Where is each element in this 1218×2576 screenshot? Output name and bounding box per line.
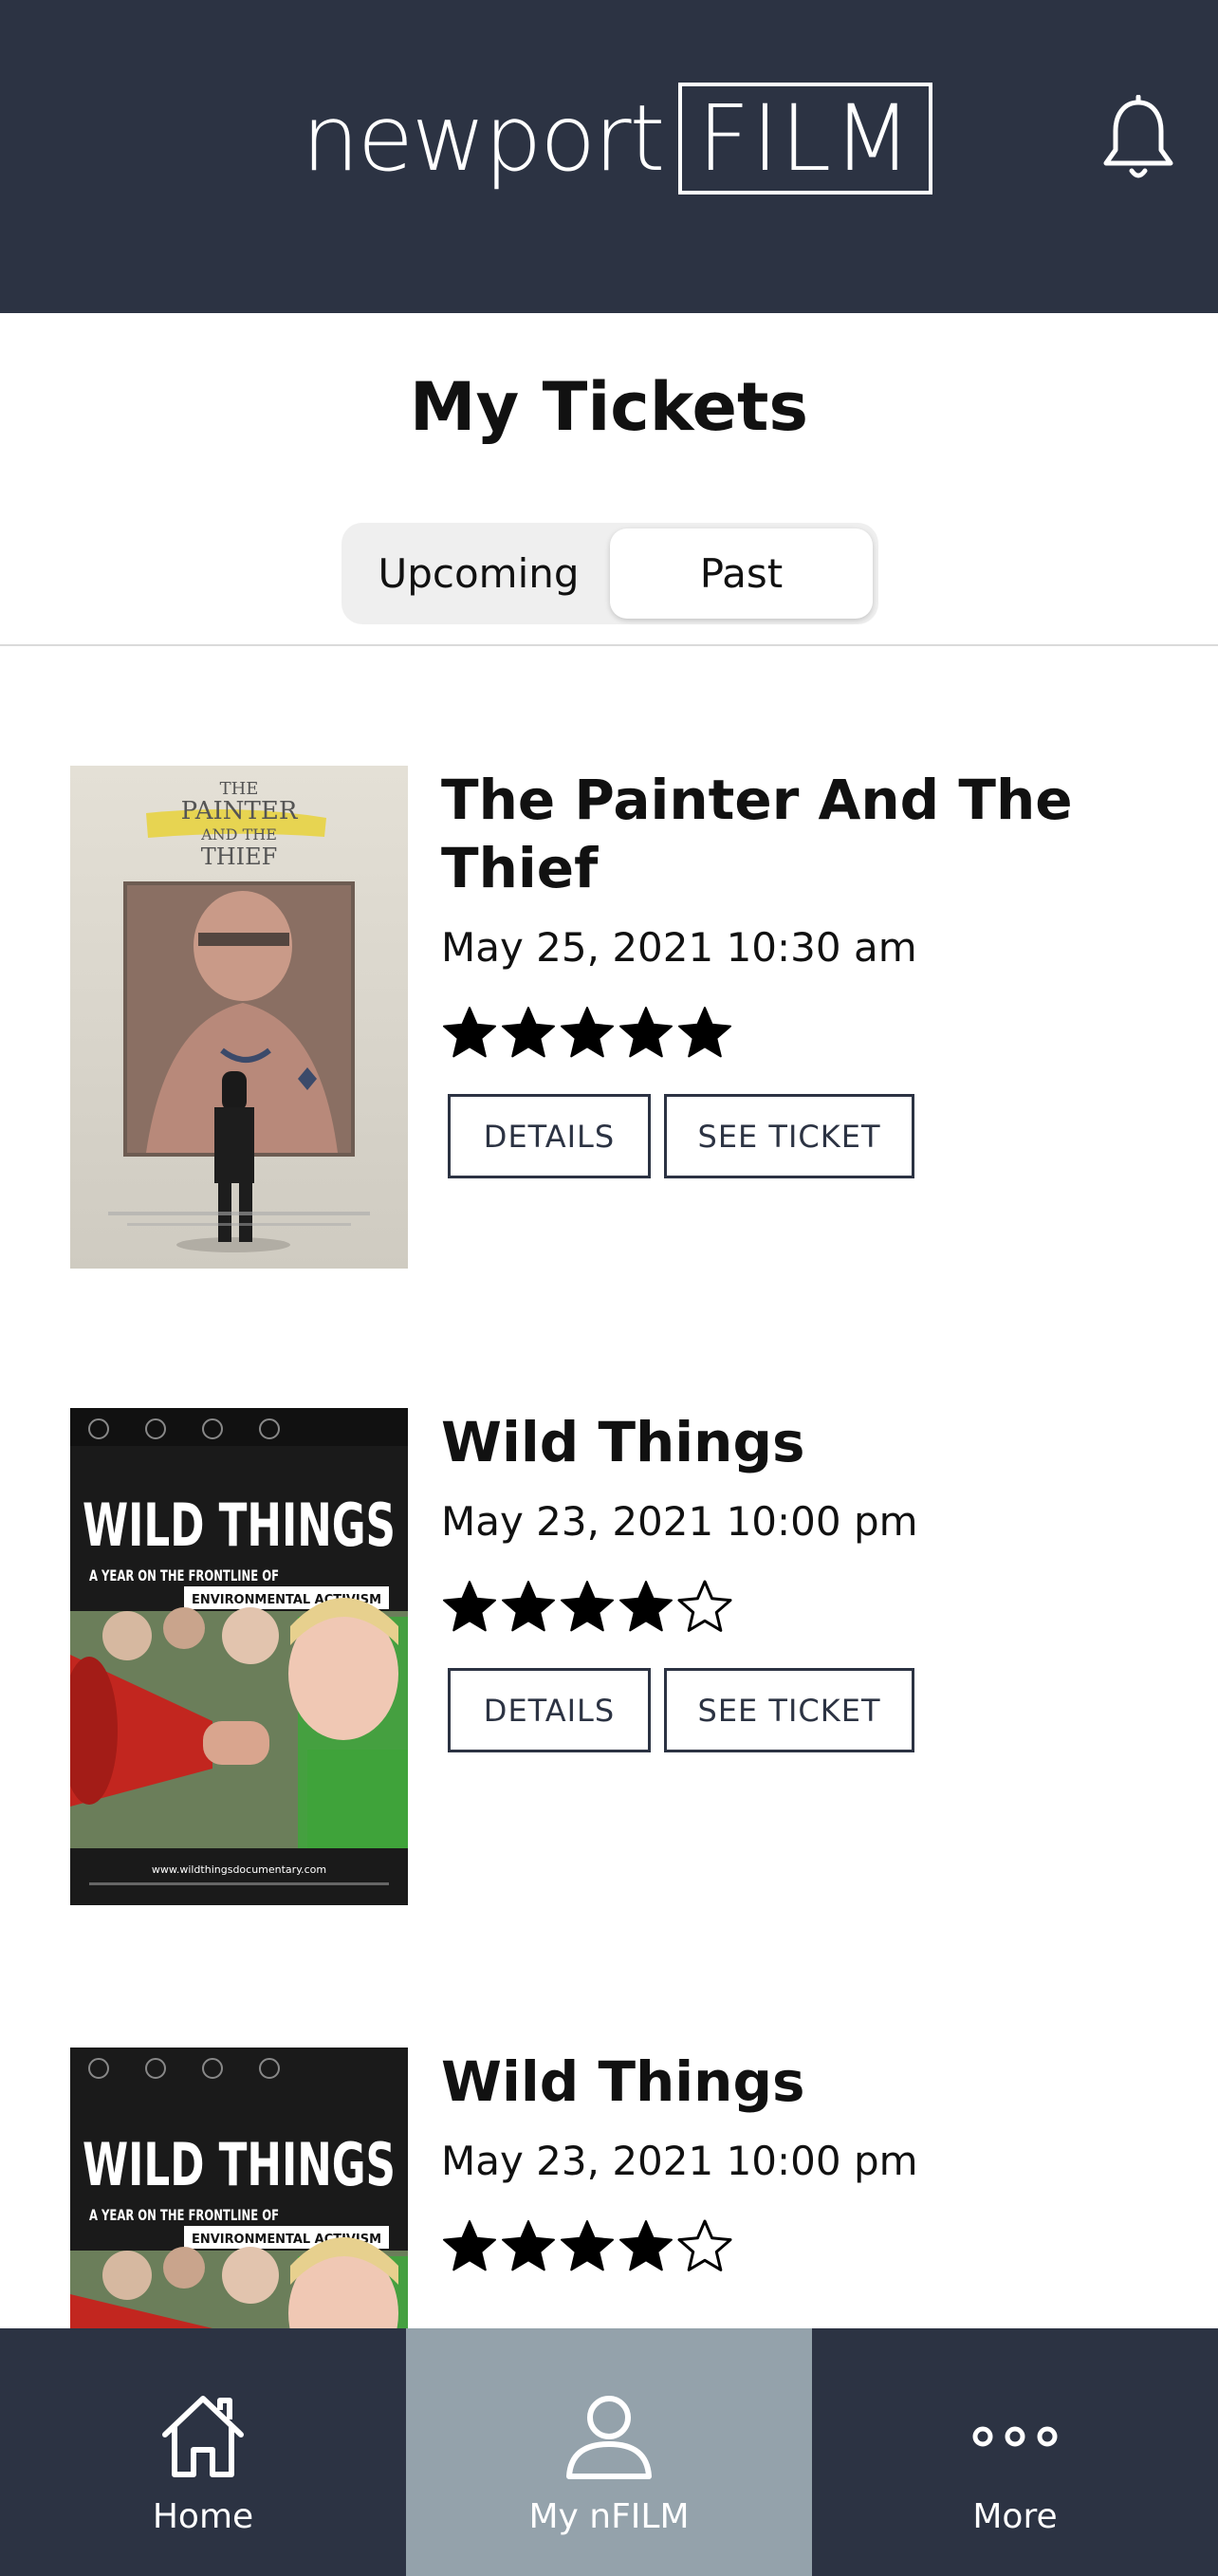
star-filled-icon <box>561 2220 614 2271</box>
star-empty-icon <box>677 2219 732 2271</box>
star-empty-icon <box>677 1580 732 1632</box>
user-icon <box>566 2396 652 2479</box>
tab-label-my-nfilm: My nFILM <box>528 2497 690 2536</box>
ticket-info: The Painter And The Thief May 25, 2021 1… <box>441 766 1181 1178</box>
star-filled-icon <box>502 1581 555 1632</box>
ticket-info: Wild Things May 23, 2021 10:00 pm <box>441 2048 1181 2281</box>
star-filled-icon <box>619 1581 673 1632</box>
ticket-datetime: May 23, 2021 10:00 pm <box>441 2138 918 2184</box>
home-icon <box>162 2396 244 2477</box>
poster-text: WILD THINGS <box>83 2130 396 2199</box>
ticket-info: Wild Things May 23, 2021 10:00 pm DETAIL… <box>441 1408 1181 1752</box>
tab-my-nfilm[interactable]: My nFILM <box>406 2328 812 2576</box>
poster-text: www.wildthingsdocumentary.com <box>152 1863 326 1876</box>
tab-home[interactable]: Home <box>0 2328 406 2576</box>
tickets-segmented-control: Upcoming Past <box>341 523 878 624</box>
tab-label-home: Home <box>152 2497 254 2536</box>
poster-text: PAINTER <box>181 797 299 825</box>
details-button[interactable]: DETAILS <box>448 1668 651 1752</box>
ticket-title[interactable]: Wild Things <box>441 1408 1181 1476</box>
page-title: My Tickets <box>409 368 809 446</box>
star-rating <box>441 1579 1181 1641</box>
ticket-datetime: May 25, 2021 10:30 am <box>441 924 917 971</box>
ticket-title[interactable]: Wild Things <box>441 2048 1181 2116</box>
star-rating <box>441 2218 1181 2281</box>
bottom-tab-bar: Home My nFILM More <box>0 2328 1218 2576</box>
segment-upcoming[interactable]: Upcoming <box>347 528 610 619</box>
star-filled-icon <box>561 1581 614 1632</box>
segment-past[interactable]: Past <box>610 528 873 619</box>
ticket-datetime: May 23, 2021 10:00 pm <box>441 1498 918 1545</box>
see-ticket-button[interactable]: SEE TICKET <box>664 1094 914 1178</box>
poster-image[interactable]: WILD THINGS A YEAR ON THE FRONTLINE OF E… <box>70 2048 408 2328</box>
poster-text: A YEAR ON THE FRONTLINE OF <box>89 2206 279 2224</box>
star-filled-icon <box>678 1007 731 1058</box>
bell-icon[interactable] <box>1100 95 1176 184</box>
logo-word: newport <box>302 85 665 192</box>
star-filled-icon <box>443 1007 496 1058</box>
details-button[interactable]: DETAILS <box>448 1094 651 1178</box>
star-filled-icon <box>561 1007 614 1058</box>
ticket-title[interactable]: The Painter And The Thief <box>441 766 1181 902</box>
star-filled-icon <box>443 1581 496 1632</box>
poster-text: WILD THINGS <box>83 1491 396 1560</box>
poster-text: THE <box>220 779 259 799</box>
star-rating <box>441 1005 1181 1067</box>
logo-box: FILM <box>678 83 933 195</box>
poster-image[interactable]: THE PAINTER AND THE THIEF <box>70 766 408 1269</box>
logo-box-text: FILM <box>697 85 914 192</box>
star-filled-icon <box>443 2220 496 2271</box>
star-filled-icon <box>619 2220 673 2271</box>
see-ticket-button[interactable]: SEE TICKET <box>664 1668 914 1752</box>
newport-film-logo[interactable]: newport FILM <box>302 82 933 195</box>
poster-text: THIEF <box>201 843 278 870</box>
divider <box>0 644 1218 646</box>
star-filled-icon <box>502 1007 555 1058</box>
star-filled-icon <box>502 2220 555 2271</box>
star-filled-icon <box>619 1007 673 1058</box>
poster-text: AND THE <box>200 825 277 843</box>
app-screen: newport FILM My Tickets Upcoming Past TH… <box>0 0 1218 2576</box>
poster-text: A YEAR ON THE FRONTLINE OF <box>89 1566 279 1585</box>
tab-label-more: More <box>972 2497 1058 2536</box>
poster-image[interactable]: WILD THINGS A YEAR ON THE FRONTLINE OF E… <box>70 1408 408 1905</box>
more-icon <box>972 2426 1058 2447</box>
app-header: newport FILM <box>0 0 1218 313</box>
tab-more[interactable]: More <box>812 2328 1218 2576</box>
